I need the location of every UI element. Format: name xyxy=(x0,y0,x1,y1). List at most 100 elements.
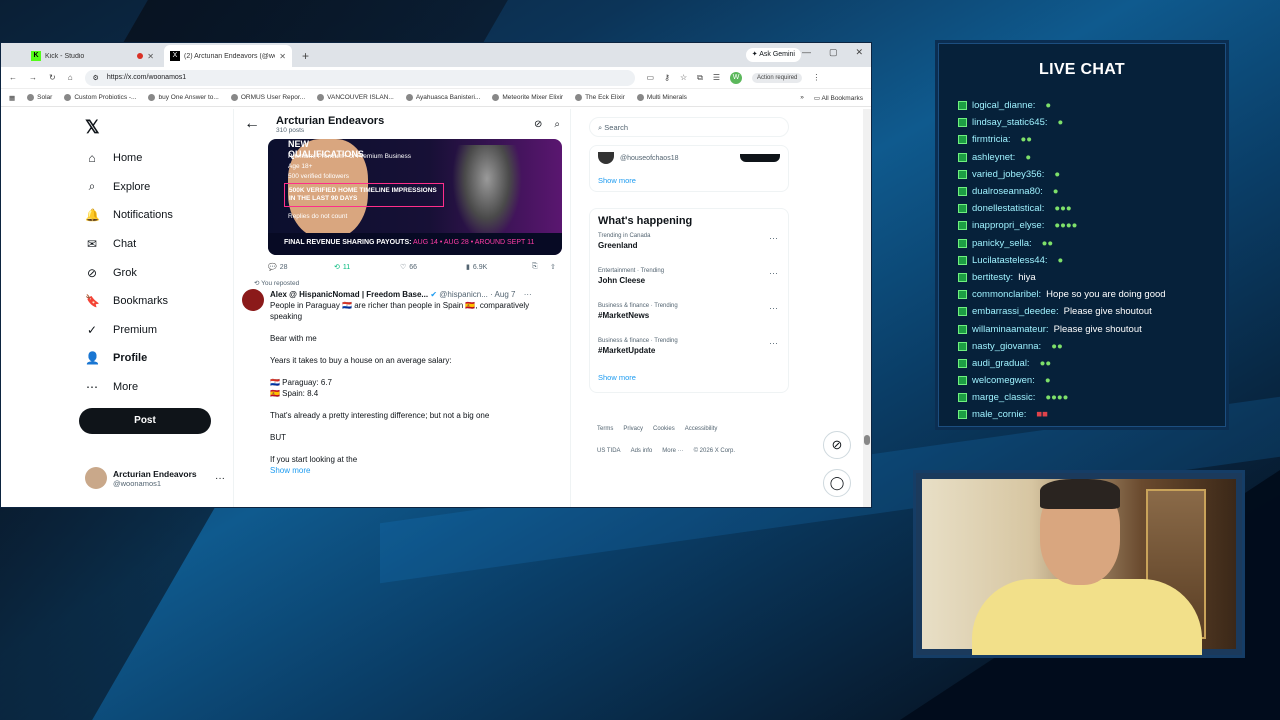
chat-username[interactable]: bertitesty: xyxy=(972,272,1013,283)
minimize-icon[interactable]: — xyxy=(802,47,811,58)
bookmark-item[interactable]: Ayahuasca Banisteri... xyxy=(405,94,480,101)
bookmark-item[interactable]: Solar xyxy=(27,94,52,101)
chat-username[interactable]: nasty_giovanna: xyxy=(972,341,1041,352)
new-tab-icon[interactable]: + xyxy=(302,45,309,67)
grok-icon[interactable]: ⊘ xyxy=(823,431,851,459)
back-icon[interactable]: ← xyxy=(9,73,17,82)
chat-username[interactable]: inappropri_elyse: xyxy=(972,220,1044,231)
forward-icon[interactable]: → xyxy=(29,73,37,82)
grok-icon[interactable]: ⊘ xyxy=(534,119,542,130)
home-browser-icon[interactable]: ⌂ xyxy=(68,73,73,82)
back-arrow-icon[interactable]: ← xyxy=(244,115,260,133)
bookmark-item[interactable]: ORMUS User Repor... xyxy=(230,94,305,101)
close-tab-icon[interactable]: ✕ xyxy=(147,52,154,61)
show-more-link[interactable]: Show more xyxy=(598,373,780,382)
footer-link[interactable]: Ads info xyxy=(631,445,653,457)
more-dots-icon[interactable]: ··· xyxy=(769,338,778,348)
footer-link[interactable]: US TIDA xyxy=(597,445,621,457)
trend-item[interactable]: Business & finance · Trending #MarketNews… xyxy=(598,303,780,338)
more-dots-icon[interactable]: ··· xyxy=(769,303,778,313)
tweet-author[interactable]: Alex @ HispanicNomad | Freedom Base... xyxy=(270,290,428,299)
account-switcher[interactable]: Arcturian Endeavors @woonamos1 ··· xyxy=(85,467,225,489)
scrollbar-thumb[interactable] xyxy=(864,435,870,445)
tab-kick-studio[interactable]: K Kick - Studio ✕ xyxy=(25,45,160,67)
star-icon[interactable]: ☆ xyxy=(680,73,687,82)
all-bookmarks-button[interactable]: ▭ All Bookmarks xyxy=(814,94,863,102)
site-info-icon[interactable]: ⚙ xyxy=(93,74,99,82)
avatar[interactable] xyxy=(242,289,264,311)
search-icon[interactable]: ⌕ xyxy=(554,119,560,130)
views-button[interactable]: ▮ 6.9K xyxy=(466,263,532,272)
chat-username[interactable]: male_cornie: xyxy=(972,409,1026,420)
promo-image[interactable]: NEW QUALIFICATIONS Premium, Premium+ or … xyxy=(268,139,562,255)
share-icon[interactable]: ⇧ xyxy=(550,263,562,271)
chat-username[interactable]: lindsay_static645: xyxy=(972,117,1048,128)
apps-icon[interactable]: ▦ xyxy=(9,94,15,102)
footer-link[interactable]: Accessibility xyxy=(685,423,718,435)
x-logo-icon[interactable]: 𝕏 xyxy=(85,117,229,138)
nav-more[interactable]: ⋯ More xyxy=(79,373,229,402)
nav-bookmarks[interactable]: 🔖 Bookmarks xyxy=(79,287,229,316)
trend-item[interactable]: Business & finance · Trending #MarketUpda… xyxy=(598,338,780,373)
maximize-icon[interactable]: ▢ xyxy=(829,47,838,58)
more-dots-icon[interactable]: ··· xyxy=(215,473,225,484)
chat-username[interactable]: commonclaribel: xyxy=(972,289,1041,300)
like-button[interactable]: ♡ 66 xyxy=(400,263,466,272)
more-dots-icon[interactable]: ··· xyxy=(524,290,532,299)
ask-gemini-button[interactable]: ✦ Ask Gemini xyxy=(745,48,801,62)
bookmark-item[interactable]: Custom Probiotics -... xyxy=(64,94,136,101)
password-icon[interactable]: ⚷ xyxy=(664,73,670,82)
chat-username[interactable]: embarrassi_deedee: xyxy=(972,306,1059,317)
install-icon[interactable]: ▭ xyxy=(647,73,655,82)
chat-username[interactable]: ashleynet: xyxy=(972,152,1015,163)
show-more-link[interactable]: Show more xyxy=(270,465,560,476)
bookmark-item[interactable]: The Eck Elixir xyxy=(575,94,625,101)
chat-username[interactable]: marge_classic: xyxy=(972,392,1035,403)
extensions-icon[interactable]: ⧉ xyxy=(697,73,703,83)
tweet-date[interactable]: · Aug 7 xyxy=(490,290,515,299)
scrollbar[interactable] xyxy=(863,109,871,507)
nav-grok[interactable]: ⊘ Grok xyxy=(79,258,229,287)
bookmark-item[interactable]: VANCOUVER ISLAN... xyxy=(317,94,394,101)
chat-username[interactable]: varied_jobey356: xyxy=(972,169,1044,180)
url-field[interactable]: ⚙ https://x.com/woonamos1 xyxy=(84,69,635,86)
chevron-right-icon[interactable]: » xyxy=(800,94,804,102)
chat-username[interactable]: donellestatistical: xyxy=(972,203,1044,214)
chat-username[interactable]: firmtricia: xyxy=(972,134,1011,145)
nav-home[interactable]: ⌂ Home xyxy=(79,144,229,173)
more-dots-icon[interactable]: ··· xyxy=(769,233,778,243)
bookmark-item[interactable]: Multi Minerals xyxy=(636,94,687,101)
footer-link[interactable]: Privacy xyxy=(623,423,643,435)
footer-link[interactable]: Cookies xyxy=(653,423,675,435)
close-window-icon[interactable]: ✕ xyxy=(855,47,863,58)
chat-username[interactable]: welcomegwen: xyxy=(972,375,1035,386)
bookmark-item[interactable]: buy One Answer to... xyxy=(148,94,219,101)
media-icon[interactable]: ☰ xyxy=(713,73,720,82)
nav-explore[interactable]: ⌕ Explore xyxy=(79,173,229,202)
suggested-user[interactable]: @houseofchaos18 xyxy=(598,152,780,164)
show-more-link[interactable]: Show more xyxy=(598,176,780,185)
follow-button[interactable] xyxy=(740,154,780,162)
nav-notifications[interactable]: 🔔 Notifications xyxy=(79,201,229,230)
action-required-button[interactable]: Action required xyxy=(752,72,803,83)
more-dots-icon[interactable]: ··· xyxy=(769,268,778,278)
repost-button[interactable]: ⟲ 11 xyxy=(334,263,400,272)
reply-button[interactable]: 💬 28 xyxy=(268,263,334,272)
nav-profile[interactable]: 👤 Profile xyxy=(79,344,229,373)
messages-icon[interactable]: ◯ xyxy=(823,469,851,497)
reload-icon[interactable]: ↻ xyxy=(49,73,56,82)
search-input[interactable]: ⌕ Search xyxy=(589,117,789,137)
chat-username[interactable]: willaminaamateur: xyxy=(972,324,1049,335)
bookmark-icon[interactable]: ⎘ xyxy=(532,263,550,271)
tweet[interactable]: Alex @ HispanicNomad | Freedom Base... ✔… xyxy=(234,287,570,478)
chat-username[interactable]: panicky_sella: xyxy=(972,238,1032,249)
chat-username[interactable]: audi_gradual: xyxy=(972,358,1030,369)
chat-username[interactable]: dualroseanna80: xyxy=(972,186,1043,197)
chat-username[interactable]: Lucilatasteless44: xyxy=(972,255,1048,266)
profile-avatar-icon[interactable]: W xyxy=(730,71,743,84)
trend-item[interactable]: Entertainment · Trending John Cleese ··· xyxy=(598,268,780,303)
close-tab-icon[interactable]: ✕ xyxy=(279,52,286,61)
footer-link[interactable]: More ··· xyxy=(662,445,683,457)
footer-link[interactable]: Terms xyxy=(597,423,613,435)
chat-username[interactable]: logical_dianne: xyxy=(972,100,1035,111)
